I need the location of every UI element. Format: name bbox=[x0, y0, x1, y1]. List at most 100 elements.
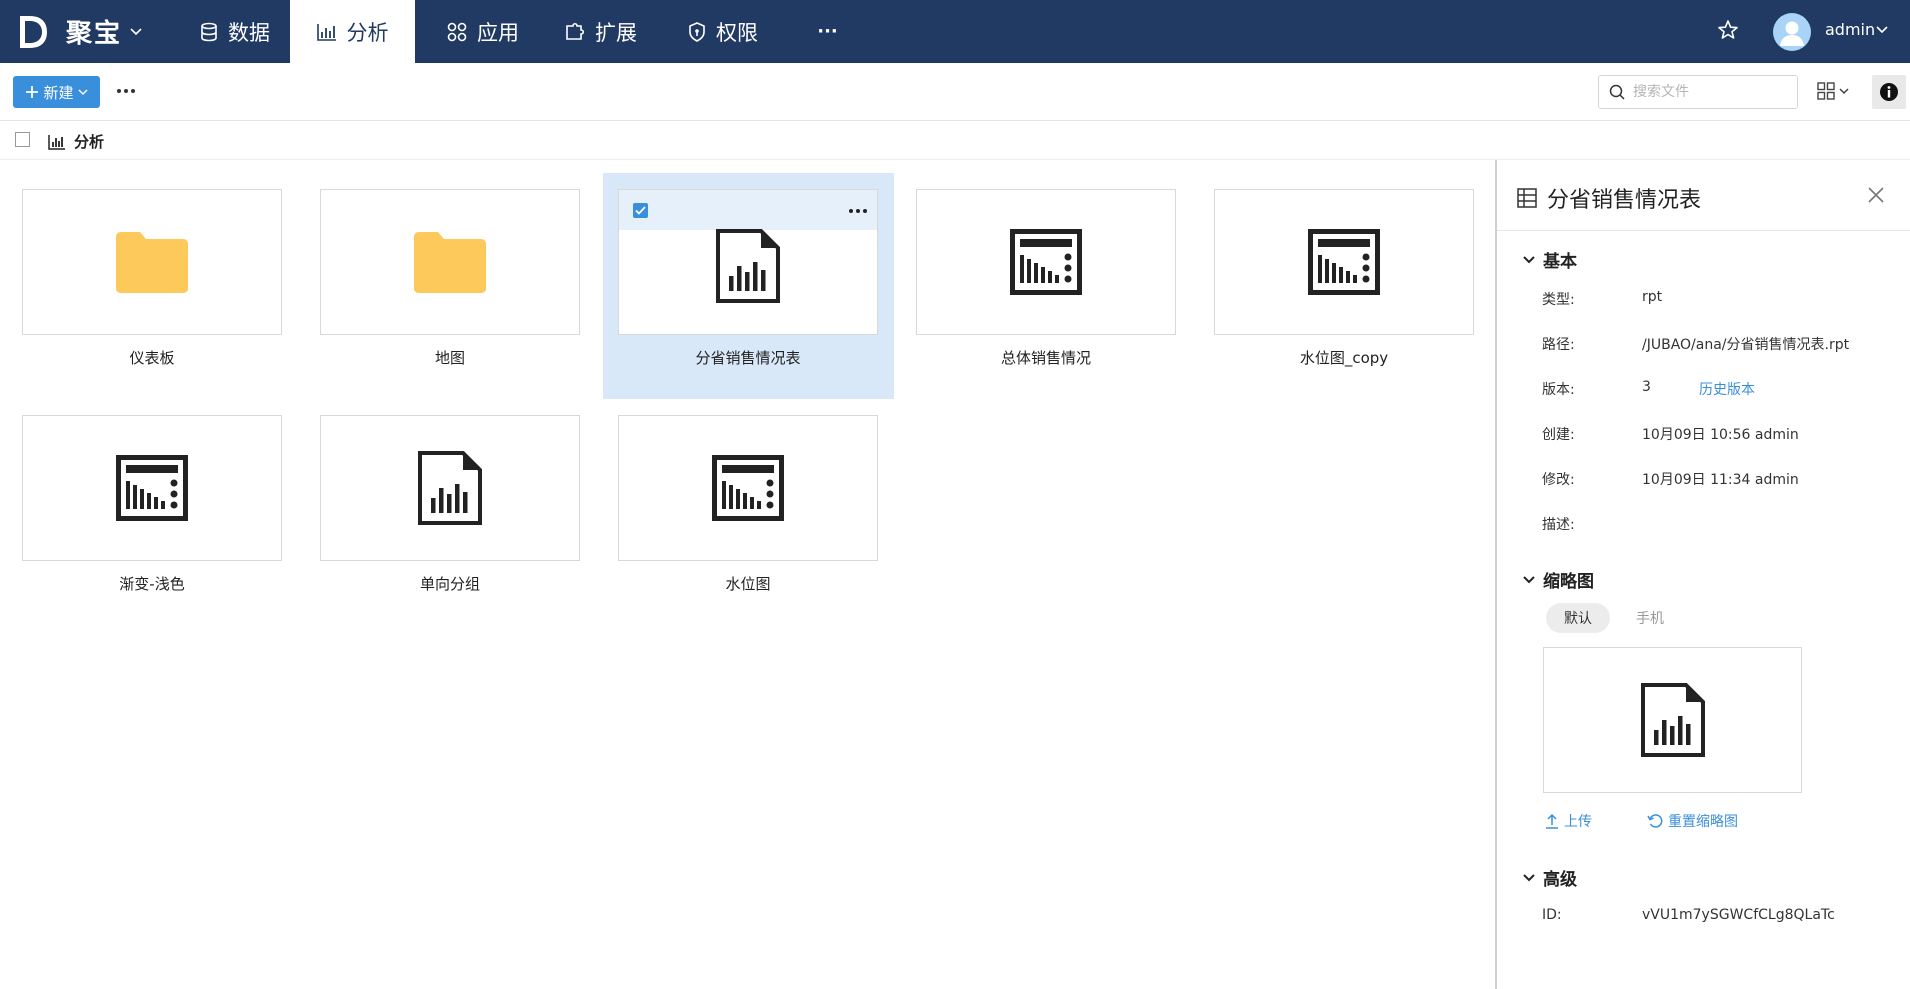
file-name: 水位图 bbox=[725, 575, 771, 593]
user-icon bbox=[1780, 21, 1804, 46]
search-icon bbox=[1609, 84, 1625, 100]
file-tile[interactable]: 总体销售情况 bbox=[901, 176, 1191, 402]
toolbar-more-button[interactable] bbox=[117, 89, 135, 93]
reset-thumbnail-button[interactable]: 重置缩略图 bbox=[1647, 811, 1738, 831]
toolbar: 新建 bbox=[0, 63, 1910, 121]
thumbnail-preview bbox=[1543, 647, 1802, 793]
file-thumbnail bbox=[618, 415, 878, 561]
section-thumbnail-title: 缩略图 bbox=[1543, 572, 1594, 592]
view-mode-switch[interactable] bbox=[1817, 82, 1849, 100]
tab-analysis[interactable]: 分析 bbox=[290, 0, 415, 63]
dashboard-icon bbox=[712, 455, 784, 521]
chevron-down-icon[interactable] bbox=[1876, 26, 1888, 34]
path-value: /JUBAO/ana/分省销售情况表.rpt bbox=[1642, 337, 1850, 353]
detail-panel: 分省销售情况表 基本 类型: rpt 路径: /JUBAO/ana/分省销售情况… bbox=[1495, 160, 1910, 989]
id-value: vVU1m7ySGWCfCLg8QLaTc bbox=[1642, 907, 1835, 923]
file-tile-selected[interactable]: 分省销售情况表 bbox=[603, 173, 894, 399]
bar-chart-icon bbox=[316, 23, 336, 41]
chevron-down-icon bbox=[1523, 255, 1535, 263]
file-name: 分省销售情况表 bbox=[695, 349, 801, 367]
select-all-checkbox[interactable] bbox=[15, 132, 30, 147]
refresh-icon bbox=[1647, 814, 1663, 828]
section-advanced-header[interactable]: 高级 bbox=[1523, 865, 1577, 890]
file-name: 地图 bbox=[434, 349, 465, 367]
description-label: 描述: bbox=[1542, 517, 1575, 533]
file-thumbnail bbox=[22, 189, 282, 335]
avatar[interactable] bbox=[1773, 13, 1811, 51]
username[interactable]: admin bbox=[1825, 20, 1875, 39]
type-value: rpt bbox=[1642, 289, 1663, 305]
file-name: 总体销售情况 bbox=[1000, 349, 1091, 367]
new-button[interactable]: 新建 bbox=[13, 76, 100, 108]
more-icon: ··· bbox=[817, 21, 838, 42]
brand-name: 聚宝 bbox=[66, 19, 123, 49]
panel-title: 分省销售情况表 bbox=[1517, 182, 1701, 214]
section-thumbnail-header[interactable]: 缩略图 bbox=[1523, 567, 1594, 592]
breadcrumb[interactable]: 分析 bbox=[48, 131, 104, 152]
file-tile[interactable]: 水位图 bbox=[603, 402, 893, 628]
file-tile[interactable]: 渐变-浅色 bbox=[7, 402, 297, 628]
report-file-icon bbox=[716, 229, 780, 303]
tab-analysis-label: 分析 bbox=[346, 20, 389, 45]
upload-thumbnail-button[interactable]: 上传 bbox=[1545, 811, 1592, 831]
new-button-label: 新建 bbox=[43, 83, 74, 102]
nav-more-button[interactable]: ··· bbox=[790, 0, 865, 63]
file-tile[interactable]: 单向分组 bbox=[305, 402, 595, 628]
thumbnail-tab-mobile[interactable]: 手机 bbox=[1618, 603, 1682, 633]
star-icon[interactable] bbox=[1717, 19, 1739, 41]
panel-divider bbox=[1497, 230, 1910, 231]
tab-extensions[interactable]: 扩展 bbox=[546, 0, 656, 63]
tab-data[interactable]: 数据 bbox=[180, 0, 290, 63]
section-advanced-title: 高级 bbox=[1543, 870, 1577, 890]
database-icon bbox=[201, 22, 217, 41]
chevron-down-icon bbox=[1523, 575, 1535, 583]
file-thumbnail bbox=[320, 415, 580, 561]
info-button[interactable] bbox=[1872, 75, 1906, 109]
thumbnail-tab-default[interactable]: 默认 bbox=[1546, 603, 1610, 633]
created-label: 创建: bbox=[1542, 427, 1575, 443]
bar-chart-icon bbox=[48, 134, 65, 150]
tab-apps[interactable]: 应用 bbox=[428, 0, 538, 63]
file-tile[interactable]: 仪表板 bbox=[7, 176, 297, 402]
section-basic-title: 基本 bbox=[1543, 252, 1577, 272]
plus-icon bbox=[26, 86, 39, 98]
tab-extensions-label: 扩展 bbox=[595, 20, 637, 45]
version-label: 版本: bbox=[1542, 382, 1575, 398]
tile-checkbox-checked[interactable] bbox=[633, 203, 648, 218]
tab-permissions-label: 权限 bbox=[716, 20, 758, 45]
tab-permissions[interactable]: 权限 bbox=[668, 0, 778, 63]
file-grid: 仪表板 地图 分省销售情况表 总体销售情况 水位图_copy 渐变-浅色 单向分… bbox=[0, 160, 1495, 989]
section-basic-header[interactable]: 基本 bbox=[1523, 247, 1577, 272]
folder-icon bbox=[414, 232, 486, 293]
modified-value: 10月09日 11:34 admin bbox=[1642, 472, 1799, 488]
file-tile[interactable]: 地图 bbox=[305, 176, 595, 402]
folder-icon bbox=[116, 232, 188, 293]
file-name: 单向分组 bbox=[419, 575, 480, 593]
file-tile[interactable]: 水位图_copy bbox=[1199, 176, 1489, 402]
search-box[interactable] bbox=[1598, 75, 1798, 109]
chevron-down-icon bbox=[1523, 873, 1535, 881]
close-icon[interactable] bbox=[1867, 186, 1885, 204]
modified-label: 修改: bbox=[1542, 472, 1575, 488]
file-thumbnail bbox=[916, 189, 1176, 335]
chevron-down-icon bbox=[77, 88, 88, 95]
shield-icon bbox=[689, 21, 705, 42]
puzzle-icon bbox=[566, 22, 585, 40]
id-label: ID: bbox=[1542, 907, 1562, 923]
path-label: 路径: bbox=[1542, 337, 1575, 353]
dashboard-icon bbox=[1010, 229, 1082, 295]
tile-selection-bar bbox=[619, 190, 877, 230]
brand-menu[interactable]: 聚宝 bbox=[16, 0, 142, 63]
tile-more-button[interactable] bbox=[849, 209, 867, 213]
chevron-down-icon bbox=[130, 27, 142, 35]
panel-title-text: 分省销售情况表 bbox=[1547, 188, 1702, 213]
thumbnail-tabs: 默认 手机 bbox=[1546, 603, 1682, 633]
file-thumbnail bbox=[1214, 189, 1474, 335]
check-icon bbox=[635, 206, 646, 215]
file-name: 水位图_copy bbox=[1299, 349, 1389, 367]
upload-label: 上传 bbox=[1564, 814, 1592, 830]
history-version-link[interactable]: 历史版本 bbox=[1699, 379, 1755, 399]
report-file-icon bbox=[418, 451, 482, 525]
tab-apps-label: 应用 bbox=[477, 20, 519, 45]
search-input[interactable] bbox=[1633, 84, 1783, 100]
